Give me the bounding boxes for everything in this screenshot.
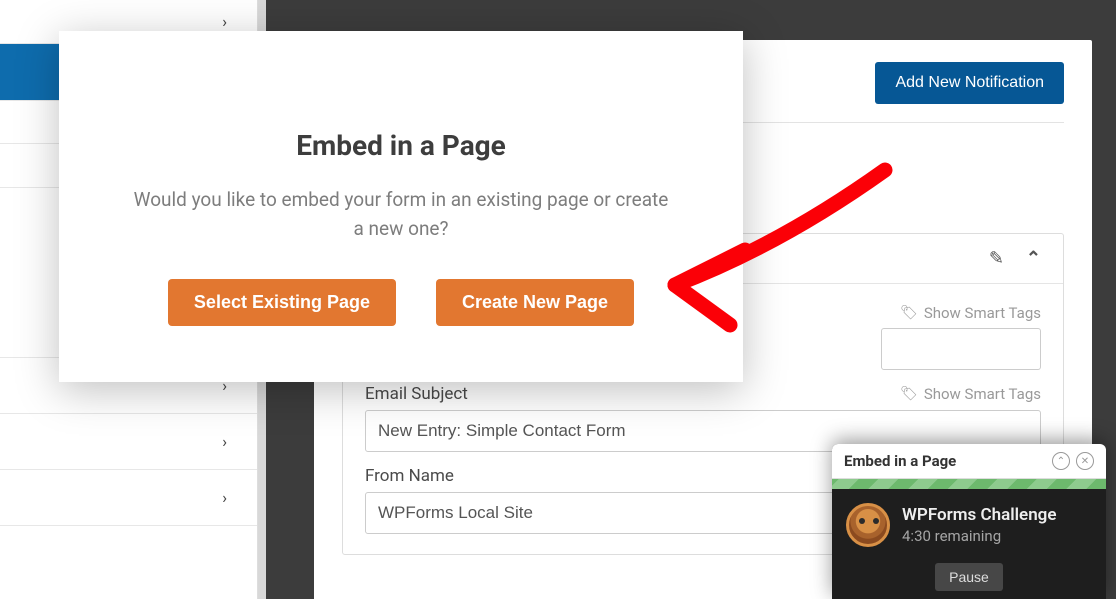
progress-stripe: [832, 479, 1106, 489]
field-email-subject: Email Subject 🏷Show Smart Tags: [365, 384, 1041, 452]
text-input[interactable]: [881, 328, 1041, 370]
chevron-up-icon[interactable]: ⌃: [1026, 248, 1041, 269]
chevron-right-icon: ›: [222, 12, 227, 31]
modal-description: Would you like to embed your form in an …: [131, 186, 671, 243]
challenge-header-title: Embed in a Page: [844, 452, 956, 470]
challenge-header: Embed in a Page ⌃ ✕: [832, 444, 1106, 479]
sidebar-item[interactable]: ›: [0, 414, 257, 470]
modal-buttons: Select Existing Page Create New Page: [99, 279, 703, 326]
chevron-right-icon: ›: [222, 488, 227, 507]
avatar: [846, 503, 890, 547]
field-label: Email Subject: [365, 384, 468, 404]
field-label: From Name: [365, 466, 454, 486]
add-notification-button[interactable]: Add New Notification: [875, 62, 1064, 104]
tag-icon: 🏷: [900, 386, 918, 402]
show-smart-tags-link[interactable]: 🏷Show Smart Tags: [900, 304, 1041, 322]
challenge-time-remaining: 4:30 remaining: [902, 527, 1057, 545]
show-smart-tags-link[interactable]: 🏷Show Smart Tags: [900, 385, 1041, 403]
minimize-icon[interactable]: ⌃: [1052, 452, 1070, 470]
sidebar-item[interactable]: ›: [0, 470, 257, 526]
pause-button[interactable]: Pause: [935, 563, 1003, 591]
tag-icon: 🏷: [900, 305, 918, 321]
challenge-widget: Embed in a Page ⌃ ✕ WPForms Challenge 4:…: [832, 444, 1106, 599]
modal-title: Embed in a Page: [99, 129, 703, 162]
select-existing-page-button[interactable]: Select Existing Page: [168, 279, 396, 326]
close-icon[interactable]: ✕: [1076, 452, 1094, 470]
embed-modal: Embed in a Page Would you like to embed …: [59, 31, 743, 382]
chevron-right-icon: ›: [222, 432, 227, 451]
challenge-name: WPForms Challenge: [902, 505, 1057, 525]
edit-icon[interactable]: ✎: [989, 248, 1004, 269]
create-new-page-button[interactable]: Create New Page: [436, 279, 634, 326]
challenge-body: WPForms Challenge 4:30 remaining: [832, 489, 1106, 563]
